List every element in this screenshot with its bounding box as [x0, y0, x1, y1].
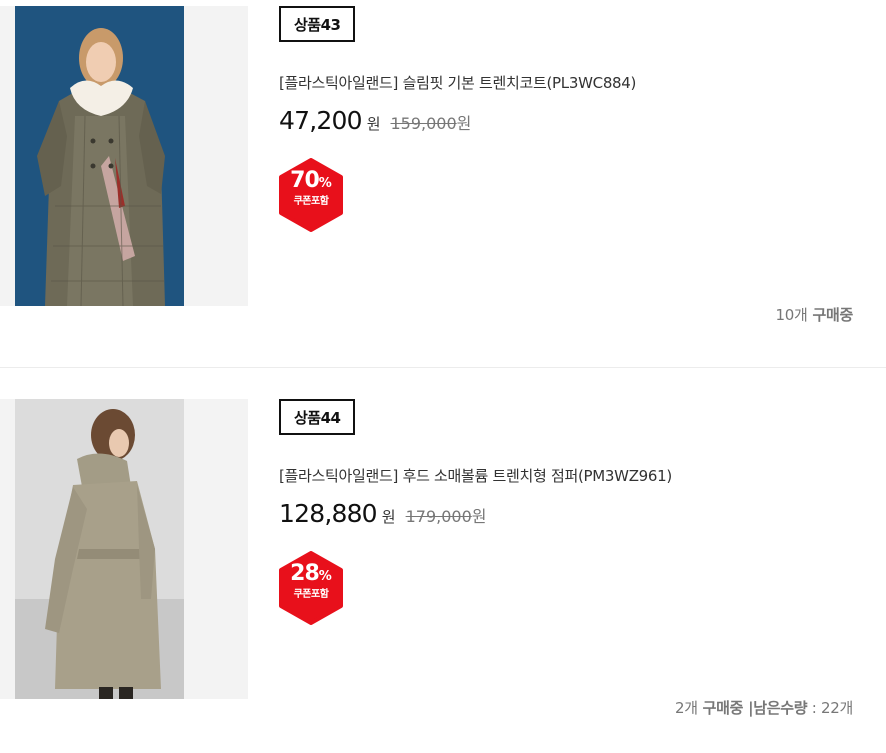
product-number-badge: 상품44 — [279, 399, 356, 435]
sale-price: 128,880 — [279, 499, 378, 528]
discount-badge: 28% 쿠폰포함 — [277, 551, 345, 625]
product-name[interactable]: [플라스틱아일랜드] 후드 소매볼륨 트렌치형 점퍼(PM3WZ961) — [279, 465, 672, 486]
original-price-value: 159,000 — [390, 114, 457, 133]
discount-percent: 70 — [290, 168, 320, 193]
discount-unit: % — [318, 176, 332, 191]
price-row: 128,880 원 179,000원 — [279, 499, 487, 528]
product-photo[interactable] — [15, 6, 184, 306]
sold-label: 구매중 — [702, 699, 744, 717]
currency-label: 원 — [366, 115, 381, 133]
original-price: 159,000원 — [391, 110, 472, 134]
product-number-badge: 상품43 — [279, 6, 356, 42]
purchase-status: 10개 구매중 — [775, 304, 854, 325]
stock-separator: : — [807, 699, 821, 717]
sale-price: 47,200 — [279, 106, 362, 135]
sold-label: 구매중 — [812, 306, 853, 324]
stock-label: 남은수량 — [753, 699, 808, 717]
product-thumbnail[interactable] — [0, 6, 248, 306]
original-currency: 원 — [456, 114, 472, 133]
product-photo[interactable] — [15, 399, 184, 699]
price-row: 47,200 원 159,000원 — [279, 106, 471, 135]
product-thumbnail[interactable] — [0, 399, 248, 699]
coupon-included-label: 쿠폰포함 — [293, 196, 329, 207]
original-price-value: 179,000 — [405, 507, 472, 526]
status-separator: | — [743, 699, 754, 717]
discount-percent: 28 — [290, 561, 320, 586]
original-currency: 원 — [471, 507, 487, 526]
discount-unit: % — [318, 569, 332, 584]
sold-count: 2개 — [674, 699, 698, 717]
stock-count: 22개 — [821, 699, 853, 717]
purchase-status: 2개 구매중 |남은수량 : 22개 — [675, 697, 853, 718]
product-name[interactable]: [플라스틱아일랜드] 슬림핏 기본 트렌치코트(PL3WC884) — [279, 72, 636, 93]
product-card-43[interactable]: 상품43 [플라스틱아일랜드] 슬림핏 기본 트렌치코트(PL3WC884) 4… — [0, 0, 886, 360]
coupon-included-label: 쿠폰포함 — [293, 589, 329, 600]
product-divider — [0, 367, 886, 368]
discount-badge: 70% 쿠폰포함 — [277, 158, 345, 232]
original-price: 179,000원 — [406, 503, 487, 527]
product-card-44[interactable]: 상품44 [플라스틱아일랜드] 후드 소매볼륨 트렌치형 점퍼(PM3WZ961… — [0, 393, 886, 753]
currency-label: 원 — [381, 508, 396, 526]
sold-count: 10개 — [775, 306, 808, 324]
